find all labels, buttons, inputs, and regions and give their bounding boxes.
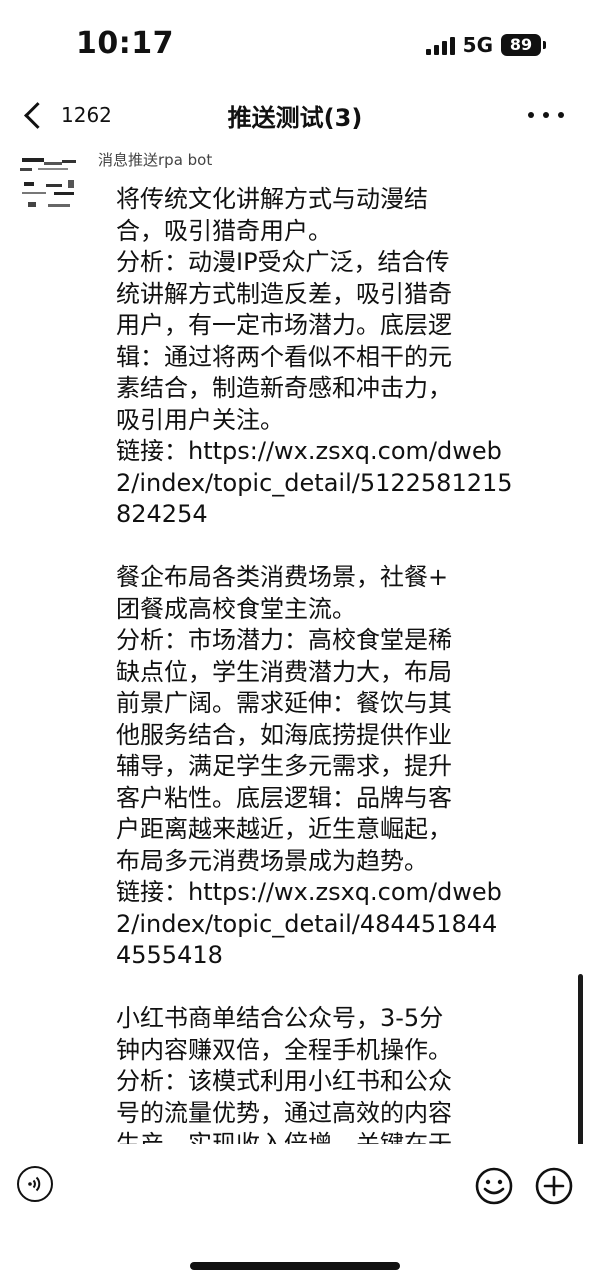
message-line: 生产，实现收入倍增，关键在于 xyxy=(116,1130,452,1144)
plus-circle-icon[interactable] xyxy=(534,1166,574,1206)
more-horizontal-icon[interactable] xyxy=(528,100,564,130)
message-line: 户距离越来越近，近生意崛起， xyxy=(116,815,452,843)
message-line: 合，吸引猎奇用户。 xyxy=(116,216,332,245)
message-line: 分析：动漫IP受众广泛，结合传 xyxy=(116,248,450,276)
message-line: 缺点位，学生消费潜力大，布局 xyxy=(116,657,452,686)
message-line: 分析：市场潜力：高校食堂是稀 xyxy=(116,626,452,654)
message-bubble[interactable]: 将传统文化讲解方式与动漫结 合，吸引猎奇用户。分析：动漫IP受众广泛，结合传 统讲解… xyxy=(116,184,513,1144)
input-bar xyxy=(0,1144,590,1280)
message-line: 团餐成高校食堂主流。 xyxy=(116,594,356,623)
message-line: 2/index/topic_detail/5122581215 xyxy=(116,468,513,497)
message-line: 4555418 xyxy=(116,941,223,969)
emoji-icon[interactable] xyxy=(474,1166,514,1206)
message-line: 号的流量优势，通过高效的内容 xyxy=(116,1098,452,1127)
scrollbar[interactable] xyxy=(578,974,583,1144)
chat-title: 推送测试(3) xyxy=(227,104,363,132)
signal-strength-icon xyxy=(425,35,455,55)
message-line: 统讲解方式制造反差，吸引猎奇 xyxy=(116,279,452,308)
status-time: 10:17 xyxy=(76,26,174,61)
network-type: 5G xyxy=(462,33,493,57)
sender-name: 消息推送rpa bot xyxy=(98,151,213,169)
message-input[interactable] xyxy=(72,1158,456,1212)
voice-icon[interactable] xyxy=(17,1166,53,1202)
message-line: 用户，有一定市场潜力。底层逻 xyxy=(116,311,452,339)
message-line: 2/index/topic_detail/484451844 xyxy=(116,909,498,938)
battery-level: 89 xyxy=(501,34,541,56)
message-line: 客户粘性。底层逻辑：品牌与客 xyxy=(116,783,452,812)
nav-bar: 1262 推送测试(3) xyxy=(0,88,590,144)
message-line: 钟内容赚双倍，全程手机操作。 xyxy=(116,1035,452,1064)
message-line: 分析：该模式利用小红书和公众 xyxy=(116,1067,452,1095)
status-bar: 10:17 5G 89 xyxy=(0,0,590,88)
message-line: 小红书商单结合公众号，3-5分 xyxy=(116,1004,444,1032)
message-line: 他服务结合，如海底捞提供作业 xyxy=(116,720,452,749)
message-line: 824254 xyxy=(116,500,208,528)
message-list[interactable]: 消息推送rpa bot 将传统文化讲解方式与动漫结 合，吸引猎奇用户。分析：动漫I… xyxy=(0,144,590,1144)
home-indicator xyxy=(190,1262,400,1270)
message-line: 吸引用户关注。 xyxy=(116,405,284,434)
message-line: 素结合，制造新奇感和冲击力， xyxy=(116,374,452,402)
message-line: 链接：https://wx.zsxq.com/dweb xyxy=(116,878,502,906)
message-line: 将传统文化讲解方式与动漫结 xyxy=(116,185,428,213)
avatar[interactable] xyxy=(18,152,80,214)
battery-icon: 89 xyxy=(501,34,546,56)
message-line: 布局多元消费场景成为趋势。 xyxy=(116,846,428,875)
message-line: 辅导，满足学生多元需求，提升 xyxy=(116,752,452,780)
status-indicators: 5G 89 xyxy=(425,33,546,57)
message-line: 餐企布局各类消费场景，社餐+ xyxy=(116,563,449,591)
message-line: 辑：通过将两个看似不相干的元 xyxy=(116,342,452,371)
message-line: 链接：https://wx.zsxq.com/dweb xyxy=(116,437,502,465)
message-line: 前景广阔。需求延伸：餐饮与其 xyxy=(116,689,452,717)
chat-screen: 10:17 5G 89 1262 推送测试(3) 消息推送rpa bot 将传统… xyxy=(0,0,590,1280)
